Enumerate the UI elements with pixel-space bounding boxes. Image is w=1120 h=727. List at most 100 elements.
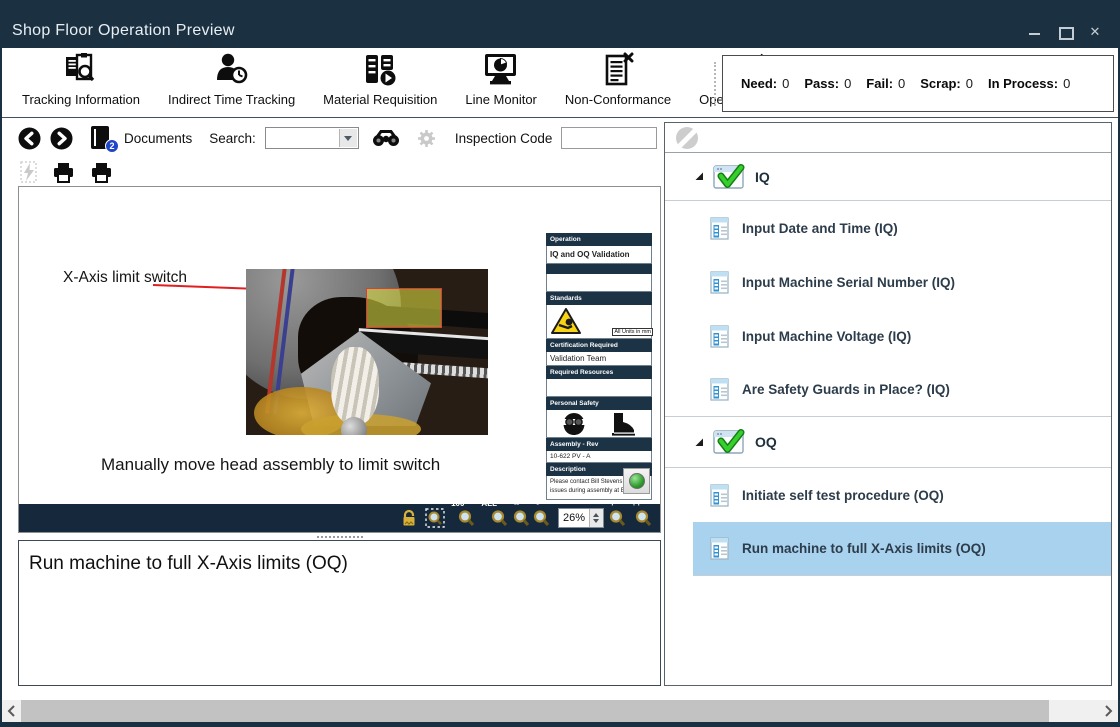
status-scrap-value: 0	[966, 76, 973, 91]
zoom-in-label: +	[610, 499, 615, 508]
non-conformance-button[interactable]: Non-Conformance	[565, 52, 671, 107]
window-body: Tracking Information Indirect Time Track…	[2, 48, 1118, 700]
status-need-label: Need:	[741, 76, 777, 91]
indirect-time-tracking-button[interactable]: Indirect Time Tracking	[168, 52, 295, 107]
operations-tree-panel: IQ Input Date and Time (IQ)	[664, 122, 1112, 686]
tree-group-iq-label: IQ	[755, 169, 770, 185]
no-selection-icon	[676, 127, 698, 149]
tree-item-self-test[interactable]: Initiate self test procedure (OQ)	[693, 468, 1111, 522]
document-preview-panel[interactable]: X-Axis limit switch Manually move head a…	[18, 186, 661, 533]
indirect-time-tracking-icon	[214, 52, 250, 90]
refresh-preview-button[interactable]	[623, 468, 650, 494]
tracking-information-label: Tracking Information	[22, 92, 140, 107]
status-summary: Need:0 Pass:0 Fail:0 Scrap:0 In Process:…	[722, 55, 1114, 112]
units-note: All Units in mm	[612, 328, 653, 336]
print-preview-button[interactable]	[90, 162, 113, 183]
assembly-value: 10-622 PV - A	[546, 451, 652, 463]
assembly-header: Assembly - Rev	[546, 438, 652, 451]
zoom-in-more-button[interactable]: ++	[634, 509, 652, 527]
forward-button[interactable]	[50, 127, 73, 150]
inspection-code-input[interactable]	[561, 127, 657, 149]
operation-spec-card: Operation IQ and OQ Validation Standards…	[546, 233, 652, 500]
instruction-caption: Manually move head assembly to limit swi…	[101, 455, 440, 475]
standards-box: All Units in mm	[546, 305, 652, 339]
chevron-down-icon[interactable]	[339, 129, 357, 147]
tree-group-oq[interactable]: OQ	[665, 417, 1111, 468]
material-requisition-button[interactable]: Material Requisition	[323, 52, 437, 107]
status-need-value: 0	[782, 76, 789, 91]
window-title: Shop Floor Operation Preview	[12, 22, 235, 40]
zoom-100-button[interactable]: 100	[453, 509, 475, 527]
zoom-fit-all-button[interactable]: ALL	[483, 509, 508, 527]
scroll-left-arrow[interactable]	[2, 700, 20, 722]
material-requisition-icon	[361, 52, 399, 90]
standards-header: Standards	[546, 292, 652, 305]
tree-item-xaxis-limits-selected[interactable]: Run machine to full X-Axis limits (OQ)	[693, 522, 1111, 576]
zoom-all-label: ALL	[481, 499, 497, 508]
maximize-button[interactable]	[1058, 26, 1072, 38]
back-button[interactable]	[18, 127, 41, 150]
documents-label: Documents	[124, 131, 192, 146]
green-orb-icon	[629, 473, 645, 489]
find-button[interactable]	[372, 130, 400, 147]
line-monitor-button[interactable]: Line Monitor	[465, 52, 537, 107]
search-combobox[interactable]	[265, 127, 359, 149]
blank-box	[546, 274, 652, 292]
quick-print-disabled-icon	[20, 161, 37, 183]
status-inprocess-label: In Process:	[988, 76, 1058, 91]
safety-box	[546, 410, 652, 438]
documents-button[interactable]: 2	[90, 125, 115, 151]
non-conformance-icon	[600, 52, 636, 90]
horizontal-scrollbar[interactable]	[2, 700, 1118, 722]
resources-box	[546, 379, 652, 397]
marquee-zoom-icon[interactable]	[425, 508, 445, 528]
operation-value: IQ and OQ Validation	[546, 246, 652, 264]
status-scrap-label: Scrap:	[920, 76, 960, 91]
zoom-in-button[interactable]: +	[612, 509, 626, 527]
zoom-out-more-button[interactable]: --	[516, 509, 530, 527]
form-icon	[710, 324, 731, 349]
expand-collapse-icon[interactable]	[695, 438, 704, 447]
search-input[interactable]	[267, 129, 337, 147]
expand-collapse-icon[interactable]	[695, 172, 704, 181]
close-button[interactable]: ✕	[1088, 26, 1102, 38]
operation-text: Run machine to full X-Axis limits (OQ)	[29, 553, 348, 574]
tree-item-serial-number[interactable]: Input Machine Serial Number (IQ)	[693, 255, 1111, 309]
zoom-out-more-label: --	[514, 499, 519, 508]
navigation-toolbar: 2 Documents Search:	[18, 122, 698, 154]
form-icon	[710, 216, 731, 241]
tree-group-iq[interactable]: IQ	[665, 153, 1111, 201]
zoom-spin-buttons[interactable]	[589, 509, 603, 527]
tree-item-input-date-time[interactable]: Input Date and Time (IQ)	[693, 201, 1111, 255]
tree-item-label: Are Safety Guards in Place? (IQ)	[742, 382, 950, 397]
lock-zoom-icon[interactable]	[402, 509, 417, 527]
zoom-toolbar: 100 ALL -- - 26%	[19, 504, 660, 532]
tracking-information-icon	[61, 52, 101, 90]
print-button[interactable]	[52, 162, 75, 183]
main-toolbar: Tracking Information Indirect Time Track…	[2, 48, 1118, 118]
group-check-icon	[713, 428, 746, 456]
group-check-icon	[713, 163, 746, 191]
zoom-level-spinner[interactable]: 26%	[558, 508, 604, 528]
tracking-information-button[interactable]: Tracking Information	[22, 52, 140, 107]
operation-text-panel: Run machine to full X-Axis limits (OQ)	[18, 540, 661, 686]
zoom-100-label: 100	[451, 499, 464, 508]
status-inprocess-value: 0	[1063, 76, 1070, 91]
scrollbar-thumb[interactable]	[21, 700, 1049, 722]
line-monitor-label: Line Monitor	[465, 92, 537, 107]
material-requisition-label: Material Requisition	[323, 92, 437, 107]
scroll-right-arrow[interactable]	[1100, 700, 1118, 722]
tree-item-label: Initiate self test procedure (OQ)	[742, 488, 944, 503]
tree-item-label: Input Machine Voltage (IQ)	[742, 329, 911, 344]
tree-item-voltage[interactable]: Input Machine Voltage (IQ)	[693, 309, 1111, 363]
certification-header: Certification Required	[546, 339, 652, 352]
zoom-out-button[interactable]: -	[538, 509, 550, 527]
minimize-button[interactable]	[1028, 26, 1042, 38]
print-toolbar	[20, 158, 113, 186]
tree-item-safety-guards[interactable]: Are Safety Guards in Place? (IQ)	[665, 363, 1111, 417]
documents-badge: 2	[105, 139, 119, 153]
status-pass-label: Pass:	[804, 76, 839, 91]
limit-switch-highlight	[366, 288, 442, 328]
zoom-in-more-label: ++	[632, 499, 641, 508]
status-pass-value: 0	[844, 76, 851, 91]
